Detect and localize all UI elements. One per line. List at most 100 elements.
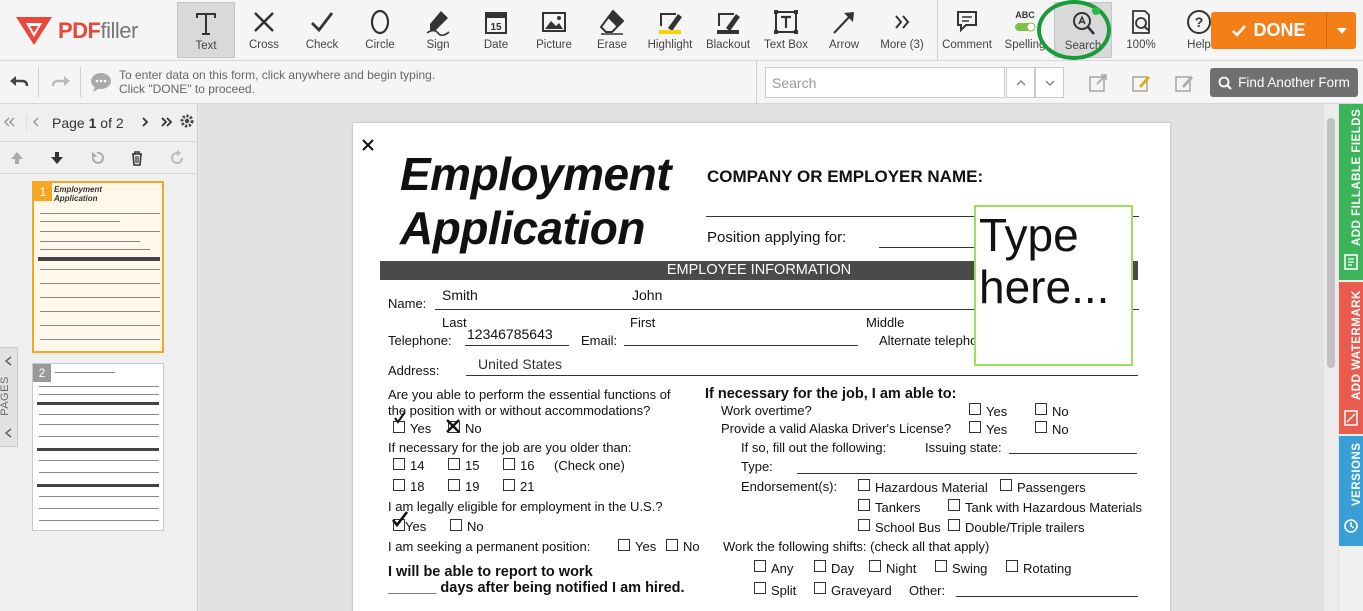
tool-zoom[interactable]: 100% — [1112, 2, 1170, 58]
first-page-button[interactable] — [0, 115, 18, 131]
add-fillable-fields-tab[interactable]: ADD FILLABLE FIELDS — [1339, 104, 1363, 280]
tool-check[interactable]: Check — [293, 2, 351, 58]
tool-text-label: Text — [195, 40, 217, 52]
watermark-icon — [1344, 410, 1358, 426]
tool-spelling[interactable]: ABC Spelling — [996, 2, 1054, 58]
email-label: Email: — [581, 333, 618, 348]
shift-split-checkbox[interactable] — [754, 582, 766, 594]
tool-sign[interactable]: Sign — [409, 2, 467, 58]
endorsement-double-triple-checkbox[interactable] — [948, 519, 960, 531]
search-next-button[interactable] — [1035, 67, 1064, 98]
done-main[interactable]: DONE — [1211, 20, 1326, 41]
pdffiller-logo[interactable]: PDFfiller — [14, 14, 164, 48]
shift-day-checkbox[interactable] — [814, 560, 826, 572]
scrollbar-thumb[interactable] — [1327, 118, 1335, 368]
page-thumbnail-1[interactable]: 1 Employment Application — [32, 181, 164, 353]
thumb-line — [39, 496, 159, 497]
done-button[interactable]: DONE — [1211, 12, 1356, 49]
permanent-no-checkbox[interactable] — [666, 539, 678, 551]
tool-arrow[interactable]: Arrow — [815, 2, 873, 58]
tool-text[interactable]: Text — [177, 2, 235, 58]
prev-page-button[interactable] — [26, 114, 44, 131]
versions-tab[interactable]: VERSIONS — [1339, 436, 1363, 546]
chevron-up-icon — [1015, 79, 1026, 86]
add-watermark-tab[interactable]: ADD WATERMARK — [1339, 282, 1363, 434]
position-field-line[interactable] — [879, 247, 979, 248]
endorsement-tank-hazmat-checkbox[interactable] — [948, 499, 960, 511]
shift-graveyard-label: Graveyard — [831, 583, 892, 598]
tool-search[interactable]: Search — [1054, 2, 1112, 58]
tool-comment[interactable]: Comment — [938, 2, 996, 58]
tool-picture[interactable]: Picture — [525, 2, 583, 58]
redo-icon[interactable] — [50, 71, 72, 93]
vertical-scrollbar[interactable] — [1324, 104, 1338, 611]
shift-rotating-checkbox[interactable] — [1006, 560, 1018, 572]
tool-highlight[interactable]: Highlight — [641, 2, 699, 58]
trash-icon[interactable] — [129, 150, 145, 166]
tool-date[interactable]: 15 Date — [467, 2, 525, 58]
no-label: No — [1052, 422, 1069, 437]
age-18-checkbox[interactable] — [393, 479, 405, 491]
close-x-mark-icon[interactable] — [361, 135, 375, 158]
search-prev-button[interactable] — [1006, 67, 1035, 98]
endorsement-hazmat-checkbox[interactable] — [858, 479, 870, 491]
first-name-value[interactable]: John — [632, 287, 662, 303]
document-page[interactable]: Employment Application COMPANY OR EMPLOY… — [353, 123, 1170, 611]
rotate-left-icon[interactable] — [89, 150, 105, 166]
age-21-checkbox[interactable] — [503, 479, 515, 491]
other-field-line[interactable] — [956, 596, 1138, 597]
undo-icon[interactable] — [8, 71, 30, 93]
tool-circle[interactable]: Circle — [351, 2, 409, 58]
edit-highlight-icon[interactable] — [1130, 72, 1152, 94]
shift-night-checkbox[interactable] — [869, 560, 881, 572]
age-16-checkbox[interactable] — [503, 458, 515, 470]
issuing-state-line[interactable] — [1009, 453, 1137, 454]
age-14-checkbox[interactable] — [393, 458, 405, 470]
tool-more[interactable]: More (3) — [873, 2, 931, 58]
license-no-checkbox[interactable] — [1035, 421, 1047, 433]
next-page-button[interactable] — [136, 115, 154, 131]
age-19-label: 19 — [465, 479, 480, 494]
arrow-icon — [833, 12, 854, 34]
page-settings-button[interactable] — [178, 113, 196, 132]
edit-text-icon[interactable] — [1173, 72, 1195, 94]
telephone-value[interactable]: 12346785643 — [467, 326, 553, 342]
refresh-icon[interactable] — [169, 150, 185, 166]
move-down-icon[interactable] — [49, 150, 65, 166]
tool-comment-label: Comment — [942, 39, 992, 51]
type-here-textbox[interactable]: Type here... — [974, 205, 1133, 366]
age-15-checkbox[interactable] — [448, 458, 460, 470]
endorsement-school-bus-checkbox[interactable] — [858, 519, 870, 531]
pages-side-tab[interactable]: PAGES — [0, 347, 18, 447]
license-yes-checkbox[interactable] — [969, 421, 981, 433]
thumb-line — [39, 394, 159, 395]
overtime-no-checkbox[interactable] — [1035, 403, 1047, 415]
type-field-line[interactable] — [797, 473, 1137, 474]
zoom-icon — [1132, 10, 1150, 34]
page-thumbnail-2[interactable]: 2 — [32, 363, 164, 531]
tool-textbox[interactable]: Text Box — [757, 2, 815, 58]
last-name-value[interactable]: Smith — [442, 287, 478, 303]
endorsement-passengers-checkbox[interactable] — [1000, 479, 1012, 491]
tool-blackout[interactable]: Blackout — [699, 2, 757, 58]
search-input[interactable]: Search — [765, 67, 1005, 98]
shift-graveyard-checkbox[interactable] — [814, 582, 826, 594]
last-page-button[interactable] — [158, 115, 176, 131]
move-up-icon[interactable] — [9, 150, 25, 166]
overtime-yes-checkbox[interactable] — [969, 403, 981, 415]
permanent-yes-checkbox[interactable] — [618, 539, 630, 551]
shift-any-checkbox[interactable] — [754, 560, 766, 572]
tool-cross[interactable]: Cross — [235, 2, 293, 58]
eligible-no-checkbox[interactable] — [450, 519, 462, 531]
shift-swing-checkbox[interactable] — [935, 560, 947, 572]
age-19-checkbox[interactable] — [448, 479, 460, 491]
find-another-form-button[interactable]: Find Another Form — [1210, 68, 1358, 97]
address-value[interactable]: United States — [478, 356, 562, 372]
annotation-tools: Text Cross Check Circle Sign 15 Date Pic… — [177, 0, 931, 61]
tool-picture-label: Picture — [536, 39, 572, 51]
email-field-line[interactable] — [624, 345, 858, 346]
edit-export-icon[interactable] — [1087, 72, 1109, 94]
endorsement-tankers-checkbox[interactable] — [858, 499, 870, 511]
tool-erase[interactable]: Erase — [583, 2, 641, 58]
done-dropdown[interactable] — [1326, 12, 1356, 49]
